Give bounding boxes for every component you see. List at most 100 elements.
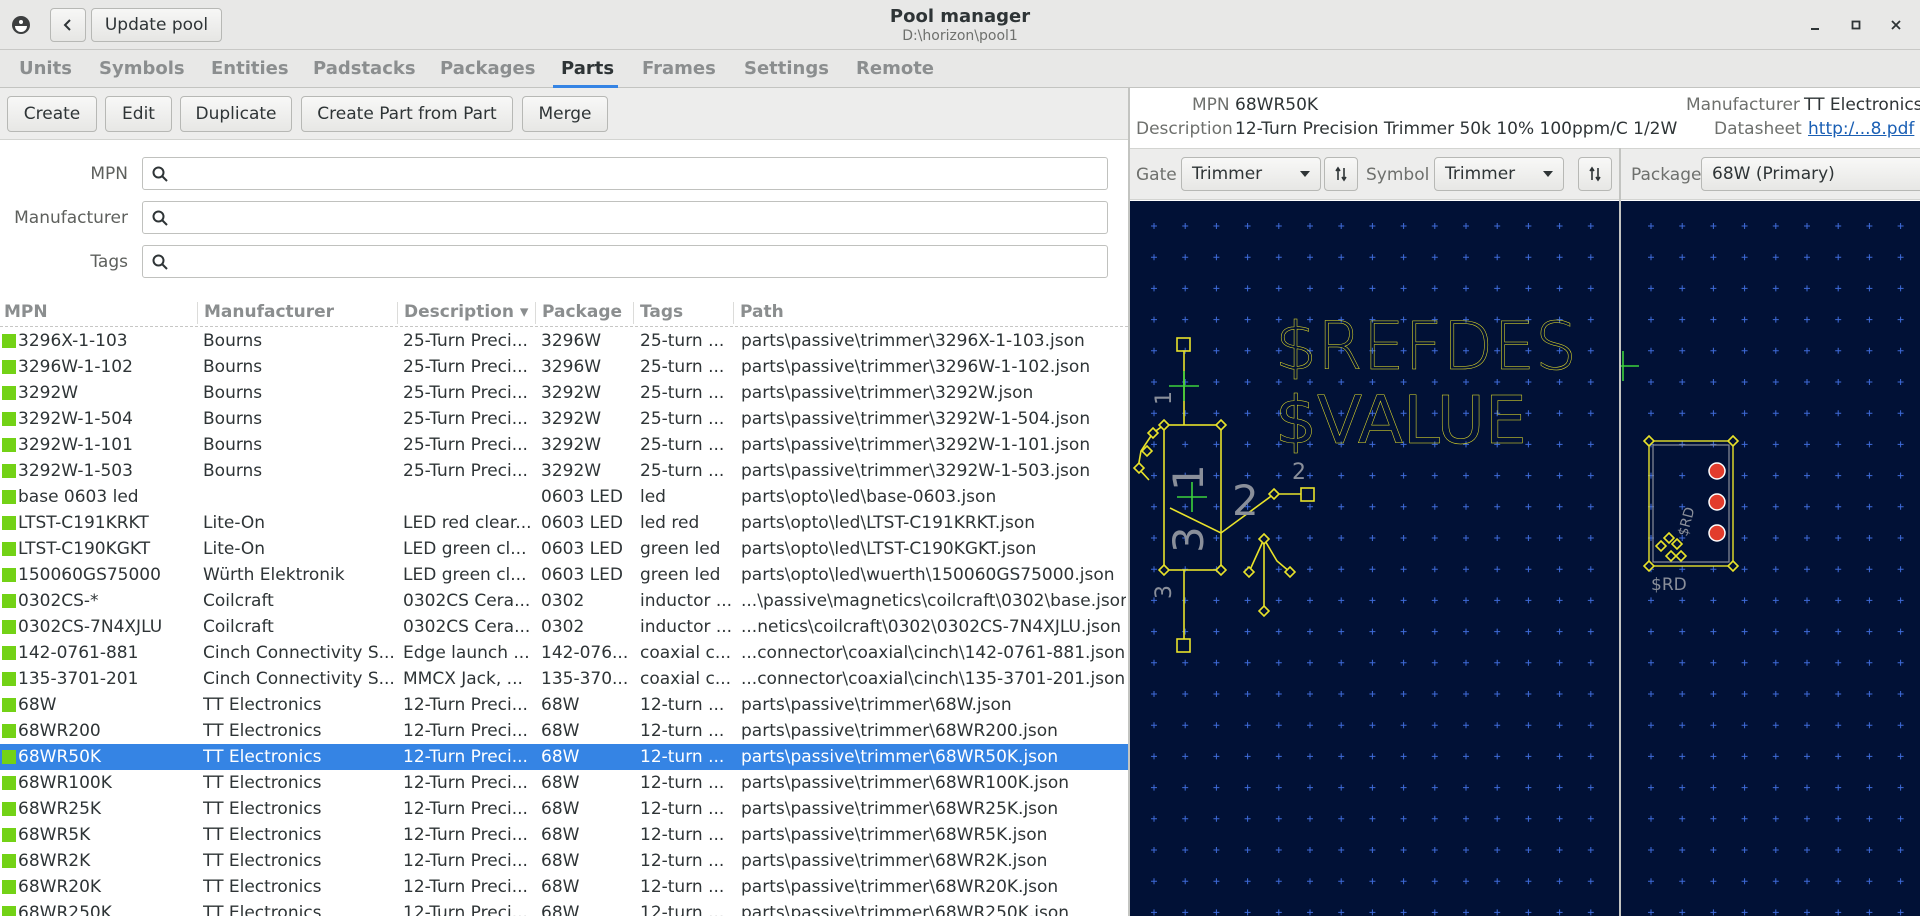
mpn-search-input[interactable] bbox=[175, 160, 1095, 187]
detail-description-label: Description bbox=[1136, 119, 1233, 139]
table-row[interactable]: 68WR50K TT Electronics 12-Turn Preci... 68W… bbox=[0, 744, 1128, 770]
column-header-tags[interactable]: Tags bbox=[636, 302, 734, 324]
status-swatch bbox=[2, 412, 16, 426]
duplicate-button[interactable]: Duplicate bbox=[180, 96, 292, 132]
cell-description: 12-Turn Preci... bbox=[403, 877, 528, 897]
status-swatch bbox=[2, 724, 16, 738]
symbol-dropdown[interactable]: Trimmer bbox=[1434, 157, 1564, 191]
table-row[interactable]: 3292W-1-101 Bourns 25-Turn Preci... 3292W 25… bbox=[0, 432, 1128, 458]
tab-remote[interactable]: Remote bbox=[856, 50, 934, 88]
tab-packages[interactable]: Packages bbox=[440, 50, 535, 88]
table-row[interactable]: 3296W-1-102 Bourns 25-Turn Preci... 3296W 25… bbox=[0, 354, 1128, 380]
detail-description-value: 12-Turn Precision Trimmer 50k 10% 100ppm… bbox=[1235, 119, 1678, 139]
cell-path: ...netics\coilcraft\0302\0302CS-7N4XJLU.… bbox=[741, 617, 1122, 637]
cell-tags: led bbox=[640, 487, 666, 507]
manufacturer-search-input[interactable] bbox=[175, 204, 1095, 231]
cell-package: 3296W bbox=[541, 357, 602, 377]
table-row[interactable]: 135-3701-201 Cinch Connectivity S... MMCX … bbox=[0, 666, 1128, 692]
column-header-mpn[interactable]: MPN bbox=[0, 302, 198, 324]
cell-mpn: 3292W-1-101 bbox=[18, 435, 133, 455]
column-header-package[interactable]: Package bbox=[538, 302, 634, 324]
cell-package: 3292W bbox=[541, 383, 602, 403]
cell-manufacturer: Würth Elektronik bbox=[203, 565, 345, 585]
minimize-button[interactable] bbox=[1802, 12, 1828, 38]
merge-button[interactable]: Merge bbox=[522, 96, 608, 132]
cell-path: parts\passive\trimmer\3296X-1-103.json bbox=[741, 331, 1085, 351]
table-row[interactable]: 68WR2K TT Electronics 12-Turn Preci... 68W 1… bbox=[0, 848, 1128, 874]
cell-package: 68W bbox=[541, 877, 580, 897]
detail-datasheet-label: Datasheet bbox=[1714, 119, 1802, 139]
table-row[interactable]: base 0603 led 0603 LED led parts\opto\led\b… bbox=[0, 484, 1128, 510]
table-row[interactable]: 68WR100K TT Electronics 12-Turn Preci... 68… bbox=[0, 770, 1128, 796]
refdes-text: $REFDES bbox=[1275, 308, 1577, 385]
table-row[interactable]: 0302CS-7N4XJLU Coilcraft 0302CS Cera... 030… bbox=[0, 614, 1128, 640]
cell-mpn: 68WR250K bbox=[18, 903, 112, 916]
cell-package: 135-370... bbox=[541, 669, 629, 689]
table-body: 3296X-1-103 Bourns 25-Turn Preci... 3296W 25… bbox=[0, 328, 1128, 916]
column-header-path[interactable]: Path bbox=[736, 302, 1128, 324]
gate-swap-button[interactable] bbox=[1324, 157, 1358, 191]
cell-path: parts\passive\trimmer\68WR2K.json bbox=[741, 851, 1048, 871]
table-row[interactable]: 3292W-1-503 Bourns 25-Turn Preci... 3292W 25… bbox=[0, 458, 1128, 484]
cell-package: 3292W bbox=[541, 409, 602, 429]
column-header-manufacturer[interactable]: Manufacturer bbox=[200, 302, 398, 324]
table-row[interactable]: 68WR250K TT Electronics 12-Turn Preci... 68… bbox=[0, 900, 1128, 916]
cell-tags: 12-turn ... bbox=[640, 825, 725, 845]
edit-button[interactable]: Edit bbox=[105, 96, 172, 132]
package-dropdown[interactable]: 68W (Primary) bbox=[1701, 157, 1920, 191]
gate-dropdown[interactable]: Trimmer bbox=[1181, 157, 1321, 191]
table-row[interactable]: 3292W-1-504 Bourns 25-Turn Preci... 3292W 25… bbox=[0, 406, 1128, 432]
tab-units[interactable]: Units bbox=[19, 50, 72, 88]
cell-manufacturer: TT Electronics bbox=[203, 773, 322, 793]
symbol-dropdown-value: Trimmer bbox=[1445, 164, 1516, 184]
datasheet-link[interactable]: http:/...8.pdf bbox=[1808, 119, 1914, 139]
tags-filter-box[interactable] bbox=[142, 245, 1108, 278]
table-row[interactable]: 68WR20K TT Electronics 12-Turn Preci... 68W… bbox=[0, 874, 1128, 900]
cell-tags: 25-turn ... bbox=[640, 331, 725, 351]
status-swatch bbox=[2, 776, 16, 790]
tab-padstacks[interactable]: Padstacks bbox=[313, 50, 416, 88]
value-text: $VALUE bbox=[1275, 382, 1527, 459]
table-row[interactable]: 142-0761-881 Cinch Connectivity S... Edge … bbox=[0, 640, 1128, 666]
tab-symbols[interactable]: Symbols bbox=[99, 50, 185, 88]
table-row[interactable]: 68WR200 TT Electronics 12-Turn Preci... 68W… bbox=[0, 718, 1128, 744]
create-button[interactable]: Create bbox=[7, 96, 97, 132]
manufacturer-filter-box[interactable] bbox=[142, 201, 1108, 234]
cell-tags: 12-turn ... bbox=[640, 851, 725, 871]
table-row[interactable]: LTST-C190KGKT Lite-On LED green cl... 0603 … bbox=[0, 536, 1128, 562]
maximize-button[interactable] bbox=[1843, 12, 1869, 38]
tab-settings[interactable]: Settings bbox=[744, 50, 829, 88]
symbol-preview-canvas[interactable]: $REFDES $VALUE 1 2 3 1 2 3 bbox=[1130, 201, 1619, 916]
tags-search-input[interactable] bbox=[175, 248, 1095, 275]
cell-manufacturer: TT Electronics bbox=[203, 877, 322, 897]
cell-mpn: 68WR200 bbox=[18, 721, 101, 741]
cell-manufacturer: TT Electronics bbox=[203, 851, 322, 871]
table-row[interactable]: 3292W Bourns 25-Turn Preci... 3292W 25-turn … bbox=[0, 380, 1128, 406]
mpn-filter-box[interactable] bbox=[142, 157, 1108, 190]
table-row[interactable]: 0302CS-* Coilcraft 0302CS Cera... 0302 induc… bbox=[0, 588, 1128, 614]
detail-manufacturer-label: Manufacturer bbox=[1686, 95, 1800, 115]
tab-parts[interactable]: Parts bbox=[553, 50, 618, 88]
table-row[interactable]: LTST-C191KRKT Lite-On LED red clear... 0603… bbox=[0, 510, 1128, 536]
table-row[interactable]: 68WR25K TT Electronics 12-Turn Preci... 68W… bbox=[0, 796, 1128, 822]
symbol-swap-button[interactable] bbox=[1578, 157, 1612, 191]
close-button[interactable] bbox=[1883, 12, 1909, 38]
table-row[interactable]: 68W TT Electronics 12-Turn Preci... 68W 12-t… bbox=[0, 692, 1128, 718]
cell-path: parts\passive\trimmer\68W.json bbox=[741, 695, 1012, 715]
cell-path: parts\passive\trimmer\68WR250K.json bbox=[741, 903, 1070, 916]
table-row[interactable]: 3296X-1-103 Bourns 25-Turn Preci... 3296W 25… bbox=[0, 328, 1128, 354]
package-preview-canvas[interactable]: $RD $RD bbox=[1621, 201, 1920, 916]
table-row[interactable]: 150060GS75000 Würth Elektronik LED green c… bbox=[0, 562, 1128, 588]
tab-frames[interactable]: Frames bbox=[642, 50, 716, 88]
cell-path: ...connector\coaxial\cinch\135-3701-201.… bbox=[741, 669, 1126, 689]
package-refdes-text: $RD bbox=[1651, 575, 1687, 595]
create-part-from-part-button[interactable]: Create Part from Part bbox=[301, 96, 513, 132]
cell-package: 68W bbox=[541, 747, 580, 767]
table-row[interactable]: 68WR5K TT Electronics 12-Turn Preci... 68W 1… bbox=[0, 822, 1128, 848]
status-swatch bbox=[2, 516, 16, 530]
tab-entities[interactable]: Entities bbox=[211, 50, 289, 88]
column-header-description[interactable]: Description ▾ bbox=[400, 302, 536, 324]
cell-tags: 12-turn ... bbox=[640, 903, 725, 916]
cell-manufacturer: Coilcraft bbox=[203, 617, 274, 637]
part-detail-pane: MPN 68WR50K Manufacturer TT Electronics … bbox=[1130, 88, 1920, 916]
